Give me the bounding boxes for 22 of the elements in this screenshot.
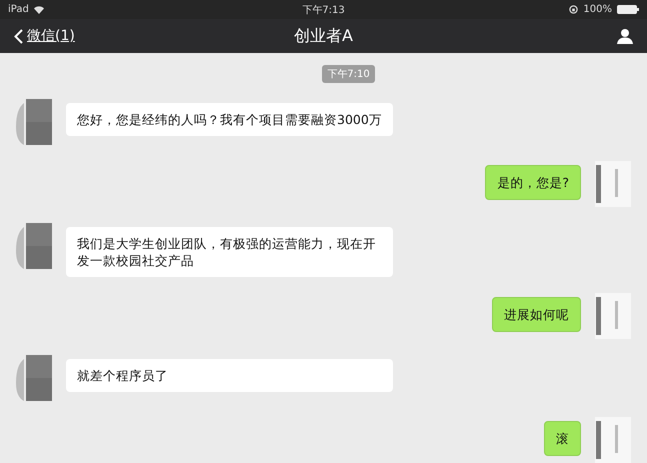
avatar: [16, 223, 52, 269]
device-name: iPad: [8, 4, 29, 16]
person-icon[interactable]: [617, 28, 633, 44]
back-link[interactable]: 微信(1): [14, 27, 75, 46]
message-bubble: 您好，您是经纬的人吗？我有个项目需要融资3000万: [66, 103, 393, 136]
avatar: [16, 99, 52, 145]
wifi-icon: [34, 6, 44, 14]
avatar: [16, 355, 52, 401]
battery-percent: 100%: [583, 4, 612, 16]
avatar: [595, 161, 631, 207]
message-bubble: 是的，您是?: [485, 165, 581, 200]
message-bubble: 我们是大学生创业团队，有极强的运营能力，现在开发一款校园社交产品: [66, 227, 393, 277]
chevron-left-icon: [14, 28, 23, 44]
timestamp: 下午7:10: [322, 65, 375, 83]
status-time: 下午7:13: [302, 4, 345, 17]
avatar: [595, 293, 631, 339]
rotation-lock-icon: [569, 5, 578, 14]
chat-title: 创业者A: [294, 26, 353, 47]
message-bubble: 就差个程序员了: [66, 359, 393, 392]
message-bubble: 进展如何呢: [492, 297, 581, 332]
battery-icon: [617, 5, 639, 14]
message-bubble: 滚: [544, 421, 581, 456]
